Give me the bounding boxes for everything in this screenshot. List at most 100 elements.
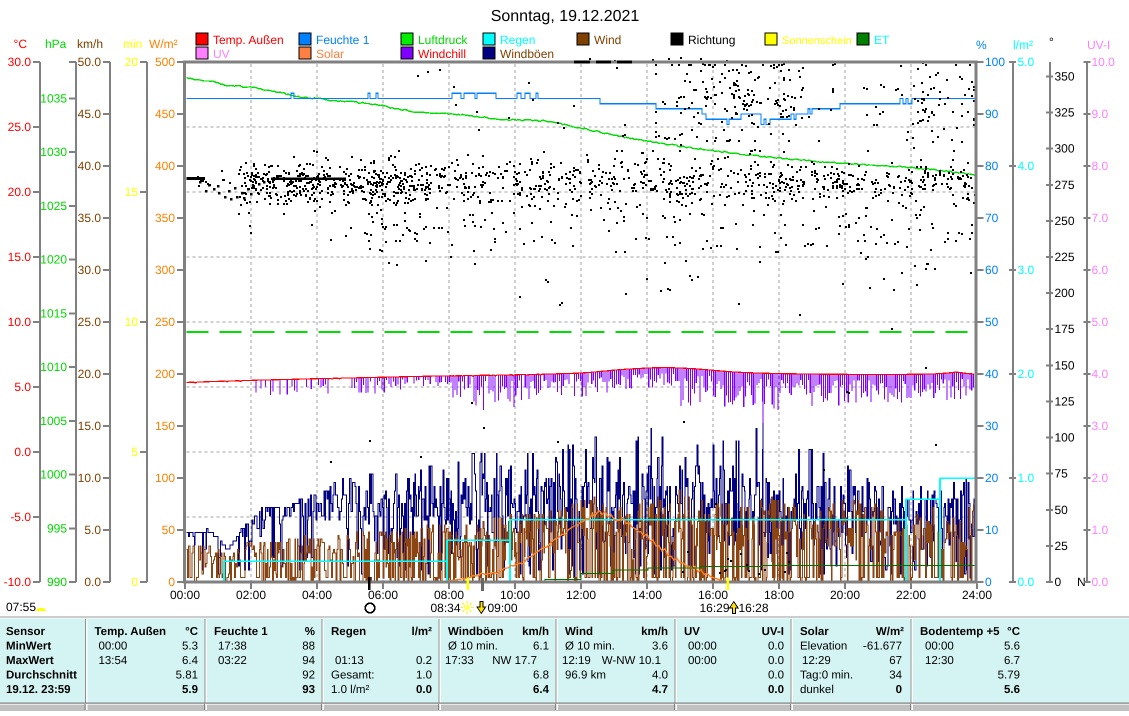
svg-text:-5.0: -5.0	[10, 510, 31, 524]
svg-text:0: 0	[131, 575, 138, 589]
svg-text:7.0: 7.0	[1092, 211, 1109, 225]
svg-text:3.0: 3.0	[1018, 263, 1035, 277]
svg-text:5.0: 5.0	[1092, 315, 1109, 329]
svg-text:15: 15	[125, 185, 139, 199]
svg-text:ET: ET	[874, 33, 890, 47]
svg-text:250: 250	[1055, 214, 1075, 228]
svg-text:1035: 1035	[40, 91, 67, 105]
svg-text:06:00: 06:00	[368, 588, 398, 602]
svg-text:90: 90	[985, 107, 999, 121]
svg-text:Windchill: Windchill	[418, 47, 466, 61]
svg-text:75: 75	[1055, 467, 1069, 481]
svg-text:5.9: 5.9	[182, 684, 198, 696]
svg-text:5: 5	[131, 445, 138, 459]
svg-text:Temp. Außen: Temp. Außen	[95, 626, 167, 638]
svg-text:13:54: 13:54	[99, 655, 128, 667]
svg-text:00:00: 00:00	[925, 641, 954, 653]
svg-text:15.0: 15.0	[8, 250, 32, 264]
svg-text:94: 94	[302, 655, 315, 667]
svg-text:0: 0	[1055, 575, 1062, 589]
svg-text:0.0: 0.0	[14, 445, 31, 459]
svg-text:6.7: 6.7	[1004, 655, 1020, 667]
svg-text:km/h: km/h	[77, 37, 103, 51]
svg-text:%: %	[305, 626, 315, 638]
svg-text:00:00: 00:00	[688, 641, 717, 653]
svg-text:22:00: 22:00	[896, 588, 926, 602]
svg-text:6.1: 6.1	[533, 641, 549, 653]
svg-text:20.0: 20.0	[8, 185, 32, 199]
svg-text:35.0: 35.0	[78, 211, 102, 225]
svg-text:67: 67	[889, 655, 902, 667]
svg-text:9.0: 9.0	[1092, 107, 1109, 121]
svg-text:1.0 l/m²: 1.0 l/m²	[331, 684, 370, 696]
svg-text:%: %	[976, 38, 987, 52]
svg-text:01:13: 01:13	[335, 655, 364, 667]
svg-text:Elevation: Elevation	[800, 641, 847, 653]
svg-text:10.0: 10.0	[78, 471, 102, 485]
svg-text:25.0: 25.0	[78, 315, 102, 329]
svg-text:20: 20	[125, 55, 139, 69]
svg-text:16:29: 16:29	[699, 601, 729, 615]
svg-text:MinWert: MinWert	[6, 641, 51, 653]
svg-text:50: 50	[1055, 503, 1069, 517]
svg-text:96.9 km: 96.9 km	[565, 670, 606, 682]
svg-text:4.0: 4.0	[652, 670, 668, 682]
svg-text:0.0: 0.0	[768, 641, 784, 653]
svg-text:-10.0: -10.0	[4, 575, 32, 589]
svg-text:50: 50	[162, 523, 176, 537]
svg-text:1025: 1025	[40, 199, 67, 213]
svg-text:3.0: 3.0	[1092, 419, 1109, 433]
svg-text:80: 80	[985, 159, 999, 173]
svg-text:20: 20	[985, 471, 999, 485]
svg-text:60: 60	[985, 263, 999, 277]
svg-text:25: 25	[1055, 539, 1069, 553]
svg-text:04:00: 04:00	[302, 588, 332, 602]
svg-text:0.0: 0.0	[768, 684, 784, 696]
svg-text:0.0: 0.0	[768, 655, 784, 667]
svg-text:MaxWert: MaxWert	[6, 655, 54, 667]
svg-text:km/h: km/h	[641, 626, 668, 638]
svg-text:0: 0	[985, 575, 992, 589]
svg-text:990: 990	[47, 575, 67, 589]
svg-text:Luftdruck: Luftdruck	[418, 33, 468, 47]
svg-text:12:30: 12:30	[925, 655, 954, 667]
svg-text:00:00: 00:00	[99, 641, 128, 653]
svg-text:Ø 10 min.: Ø 10 min.	[448, 641, 498, 653]
svg-text:l/m²: l/m²	[412, 626, 433, 638]
svg-text:12:00: 12:00	[566, 588, 596, 602]
svg-text:0.2: 0.2	[416, 655, 432, 667]
svg-text:1.0: 1.0	[1092, 523, 1109, 537]
svg-text:30: 30	[985, 419, 999, 433]
svg-text:Tag:0 min.: Tag:0 min.	[800, 670, 853, 682]
svg-text:10: 10	[125, 315, 139, 329]
svg-text:dunkel: dunkel	[800, 684, 834, 696]
svg-text:UV-I: UV-I	[1087, 38, 1110, 52]
svg-text:225: 225	[1055, 250, 1075, 264]
svg-text:Temp. Außen: Temp. Außen	[213, 33, 284, 47]
svg-text:UV: UV	[684, 626, 700, 638]
svg-text:50.0: 50.0	[78, 55, 102, 69]
svg-text:Sensor: Sensor	[6, 626, 46, 638]
svg-text:°C: °C	[14, 37, 28, 51]
svg-text:km/h: km/h	[522, 626, 549, 638]
svg-text:450: 450	[155, 107, 175, 121]
svg-text:30.0: 30.0	[8, 55, 32, 69]
svg-text:l/m²: l/m²	[1013, 38, 1033, 52]
svg-text:Durchschnitt: Durchschnitt	[6, 670, 77, 682]
svg-text:150: 150	[155, 419, 175, 433]
svg-text:min: min	[123, 37, 142, 51]
svg-text:5.0: 5.0	[1018, 55, 1035, 69]
svg-text:Wind: Wind	[565, 626, 593, 638]
svg-text:25.0: 25.0	[8, 120, 32, 134]
svg-text:10.0: 10.0	[1092, 55, 1116, 69]
svg-text:34: 34	[889, 670, 902, 682]
svg-text:10:00: 10:00	[500, 588, 530, 602]
svg-text:1.0: 1.0	[1018, 471, 1035, 485]
svg-text:150: 150	[1055, 358, 1075, 372]
svg-text:0: 0	[168, 575, 175, 589]
svg-text:UV-I: UV-I	[762, 626, 784, 638]
svg-text:0.0: 0.0	[768, 670, 784, 682]
svg-text:Feuchte 1: Feuchte 1	[316, 33, 370, 47]
svg-text:hPa: hPa	[45, 37, 67, 51]
svg-text:200: 200	[1055, 286, 1075, 300]
